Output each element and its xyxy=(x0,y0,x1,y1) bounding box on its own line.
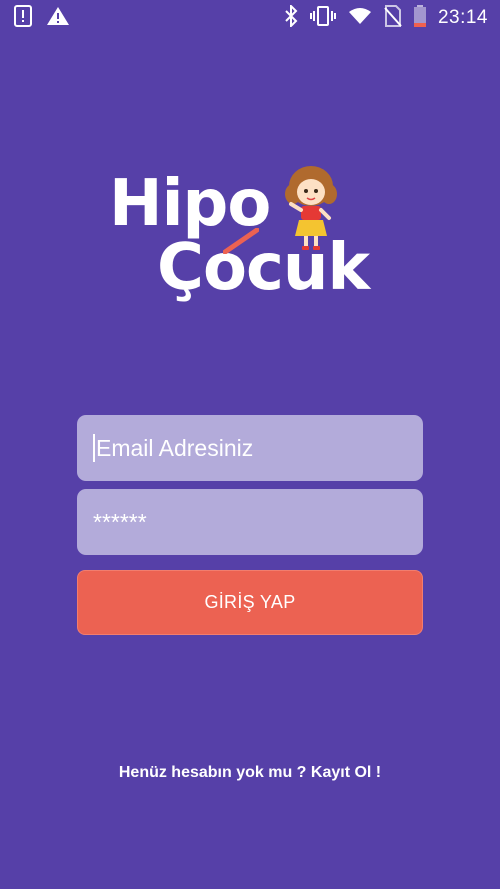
email-placeholder: Email Adresiniz xyxy=(96,434,254,461)
logo-accent-stroke xyxy=(223,228,259,254)
status-right: 23:14 xyxy=(284,3,488,32)
vibrate-icon xyxy=(309,5,336,31)
status-time: 23:14 xyxy=(437,7,488,28)
wifi-icon xyxy=(348,7,372,30)
girl-mascot-icon xyxy=(285,166,337,250)
status-left xyxy=(14,4,70,32)
bluetooth-icon xyxy=(284,3,298,32)
register-link[interactable]: Henüz hesabın yok mu ? Kayıt Ol ! xyxy=(0,764,500,782)
phone-alert-icon xyxy=(14,4,32,32)
password-field[interactable]: ****** xyxy=(77,489,423,555)
status-bar: 23:14 xyxy=(0,0,500,36)
email-field[interactable]: Email Adresiniz xyxy=(77,415,423,481)
warning-icon xyxy=(46,6,70,31)
app-logo: Hipo Çocuk xyxy=(105,160,395,320)
battery-icon xyxy=(413,4,426,32)
login-button-label: GİRİŞ YAP xyxy=(204,592,296,612)
login-button[interactable]: GİRİŞ YAP xyxy=(77,570,423,635)
password-value: ****** xyxy=(93,508,147,535)
logo-text-line1: Hipo xyxy=(109,167,271,241)
no-sim-icon xyxy=(384,4,402,32)
text-cursor xyxy=(93,434,95,462)
